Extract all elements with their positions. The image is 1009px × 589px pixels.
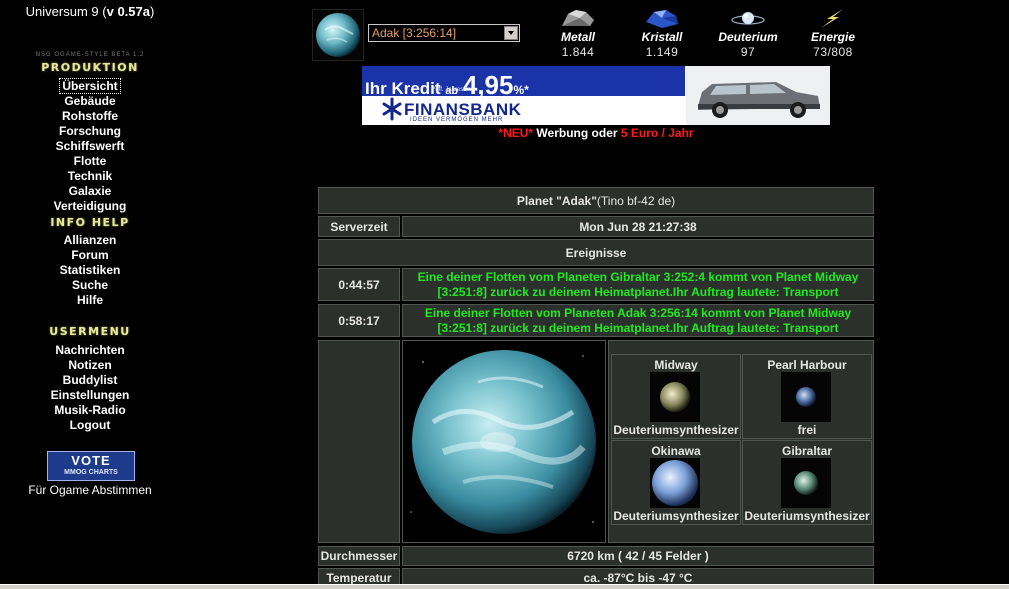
- event-row: Eine deiner Flotten vom Planeten Adak 3:…: [402, 304, 874, 337]
- section-produktion: PRODUKTION: [41, 61, 139, 74]
- menu-item-verteidigung[interactable]: Verteidigung: [0, 199, 180, 213]
- finansbank-logo-icon: [382, 97, 402, 121]
- current-planet-thumbnail[interactable]: [312, 9, 364, 61]
- menu-item-gebaeude[interactable]: Gebäude: [0, 94, 180, 108]
- menu-item-buddylist[interactable]: Buddylist: [0, 373, 180, 387]
- ad-banner[interactable]: Ihr Kredit ab 4,95%* *eff. Jahreszins FI…: [362, 66, 830, 125]
- menu-item-notizen[interactable]: Notizen: [0, 358, 180, 372]
- other-planet-midway[interactable]: Midway Deuteriumsynthesizer: [611, 354, 741, 439]
- ad-footnote: *eff. Jahreszins: [433, 87, 474, 93]
- menu-item-musik-radio[interactable]: Musik-Radio: [0, 403, 180, 417]
- ad-slogan: IDEEN VERMÖGEN MEHR: [410, 117, 504, 123]
- serverzeit-value: Mon Jun 28 21:27:38: [402, 216, 874, 237]
- event-time: 0:44:57: [318, 268, 400, 301]
- menu-item-suche[interactable]: Suche: [0, 278, 180, 292]
- planet-okinawa-image[interactable]: [650, 458, 700, 508]
- chevron-down-icon[interactable]: [504, 26, 518, 40]
- menu-item-nachrichten[interactable]: Nachrichten: [0, 343, 180, 357]
- menu-item-technik[interactable]: Technik: [0, 169, 180, 183]
- horizontal-scrollbar[interactable]: [0, 584, 1009, 589]
- durchmesser-label: Durchmesser: [318, 546, 400, 566]
- planet-select[interactable]: Adak [3:256:14]: [368, 24, 520, 42]
- planet-pearl-harbour-image[interactable]: [781, 372, 831, 422]
- menu-item-forum[interactable]: Forum: [0, 248, 180, 262]
- planet-select-value: Adak [3:256:14]: [372, 26, 457, 40]
- other-planet-pearl-harbour[interactable]: Pearl Harbour frei: [742, 354, 872, 439]
- menu-item-rohstoffe[interactable]: Rohstoffe: [0, 109, 180, 123]
- planet-gibraltar-image[interactable]: [781, 458, 831, 508]
- planet-midway-image[interactable]: [650, 372, 700, 422]
- section-usermenu: USERMENU: [49, 325, 131, 338]
- vote-caption: Für Ogame Abstimmen: [28, 483, 152, 497]
- vote-label: VOTE: [71, 453, 111, 468]
- section-info-help: INFO HELP: [50, 216, 130, 229]
- event-row: Eine deiner Flotten vom Planeten Gibralt…: [402, 268, 874, 301]
- other-planet-okinawa[interactable]: Okinawa Deuteriumsynthesizer: [611, 440, 741, 525]
- energy-icon: [821, 9, 843, 28]
- car-image: [686, 66, 830, 125]
- menu-item-hilfe[interactable]: Hilfe: [0, 293, 180, 307]
- menu-item-galaxie[interactable]: Galaxie: [0, 184, 180, 198]
- deuterium-icon: [731, 12, 765, 25]
- menu-item-flotte[interactable]: Flotte: [0, 154, 180, 168]
- event-text[interactable]: Eine deiner Flotten vom Planeten Gibralt…: [403, 270, 873, 300]
- empty-cell: [318, 340, 400, 543]
- vote-sublabel: MMOG CHARTS: [64, 469, 118, 476]
- style-beta-label: NSG OGAME-STYLE BETA 1.2: [35, 52, 145, 58]
- ad-caption: *NEU* Werbung oder 5 Euro / Jahr: [498, 126, 694, 140]
- menu-item-schiffswerft[interactable]: Schiffswerft: [0, 139, 180, 153]
- deuterium-value: 97: [740, 45, 756, 59]
- menu-item-forschung[interactable]: Forschung: [0, 124, 180, 138]
- event-text[interactable]: Eine deiner Flotten vom Planeten Adak 3:…: [403, 306, 873, 336]
- metal-icon: [562, 10, 594, 26]
- ereignisse-header: Ereignisse: [318, 239, 874, 266]
- durchmesser-value: 6720 km ( 42 / 45 Felder ): [402, 546, 874, 566]
- left-menu: Universum 9 (v 0.57a) NSG OGAME-STYLE BE…: [0, 0, 180, 589]
- kristall-value: 1.149: [645, 45, 679, 59]
- resource-energie: Energie 73/808: [793, 6, 873, 59]
- energie-value: 73/808: [813, 45, 853, 59]
- resource-kristall: Kristall 1.149: [622, 6, 702, 59]
- metall-value: 1.844: [561, 45, 595, 59]
- event-time: 0:58:17: [318, 304, 400, 337]
- crystal-icon: [646, 10, 678, 28]
- menu-item-allianzen[interactable]: Allianzen: [0, 233, 180, 247]
- serverzeit-label: Serverzeit: [318, 216, 400, 237]
- version-label: Universum 9 (v 0.57a): [25, 4, 155, 19]
- resource-metall: Metall 1.844: [538, 6, 618, 59]
- resource-deuterium: Deuterium 97: [708, 6, 788, 59]
- menu-item-statistiken[interactable]: Statistiken: [0, 263, 180, 277]
- other-planet-gibraltar[interactable]: Gibraltar Deuteriumsynthesizer: [742, 440, 872, 525]
- menu-item-einstellungen[interactable]: Einstellungen: [0, 388, 180, 402]
- remove-ads-link[interactable]: 5 Euro / Jahr: [621, 126, 694, 140]
- menu-item-uebersicht[interactable]: Übersicht: [0, 78, 180, 94]
- planet-image[interactable]: [403, 342, 605, 541]
- vote-button[interactable]: VOTE MMOG CHARTS: [47, 451, 135, 481]
- menu-item-logout[interactable]: Logout: [0, 418, 180, 432]
- planet-title: Planet "Adak" (Tino bf-42 de): [318, 187, 874, 214]
